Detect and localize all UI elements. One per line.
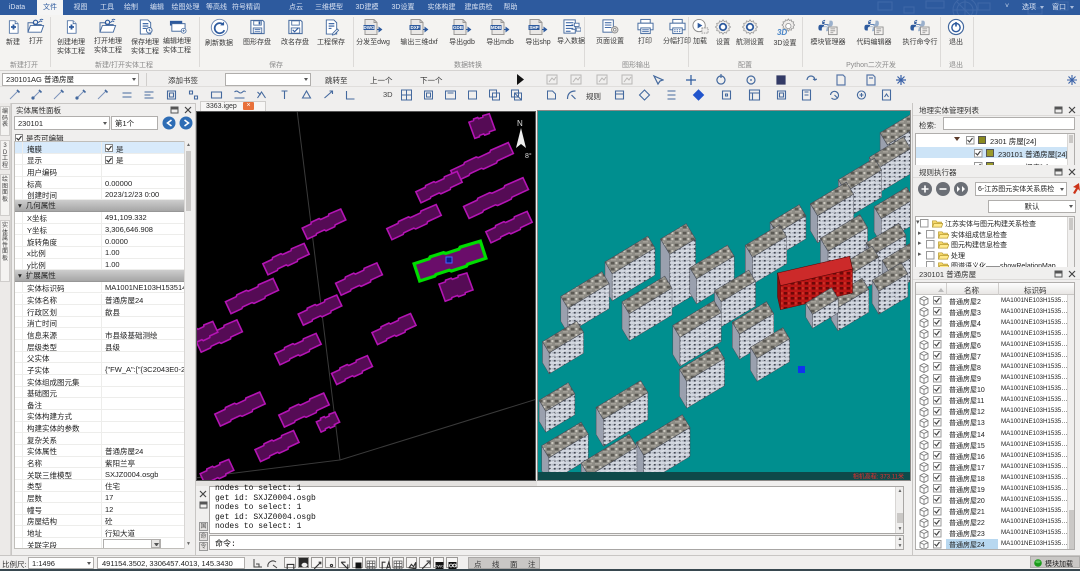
svg-text:DXF: DXF [411, 25, 420, 30]
svg-text:DWG: DWG [434, 564, 444, 569]
svg-text:8°: 8° [525, 152, 532, 160]
svg-text:SHP: SHP [529, 25, 538, 30]
svg-text:相机高程: 373.11米: 相机高程: 373.11米 [853, 473, 904, 481]
svg-text:DWG: DWG [364, 25, 375, 30]
svg-text:GDB: GDB [453, 25, 464, 30]
svg-text:MDB: MDB [491, 25, 502, 30]
svg-text:N: N [517, 119, 523, 128]
